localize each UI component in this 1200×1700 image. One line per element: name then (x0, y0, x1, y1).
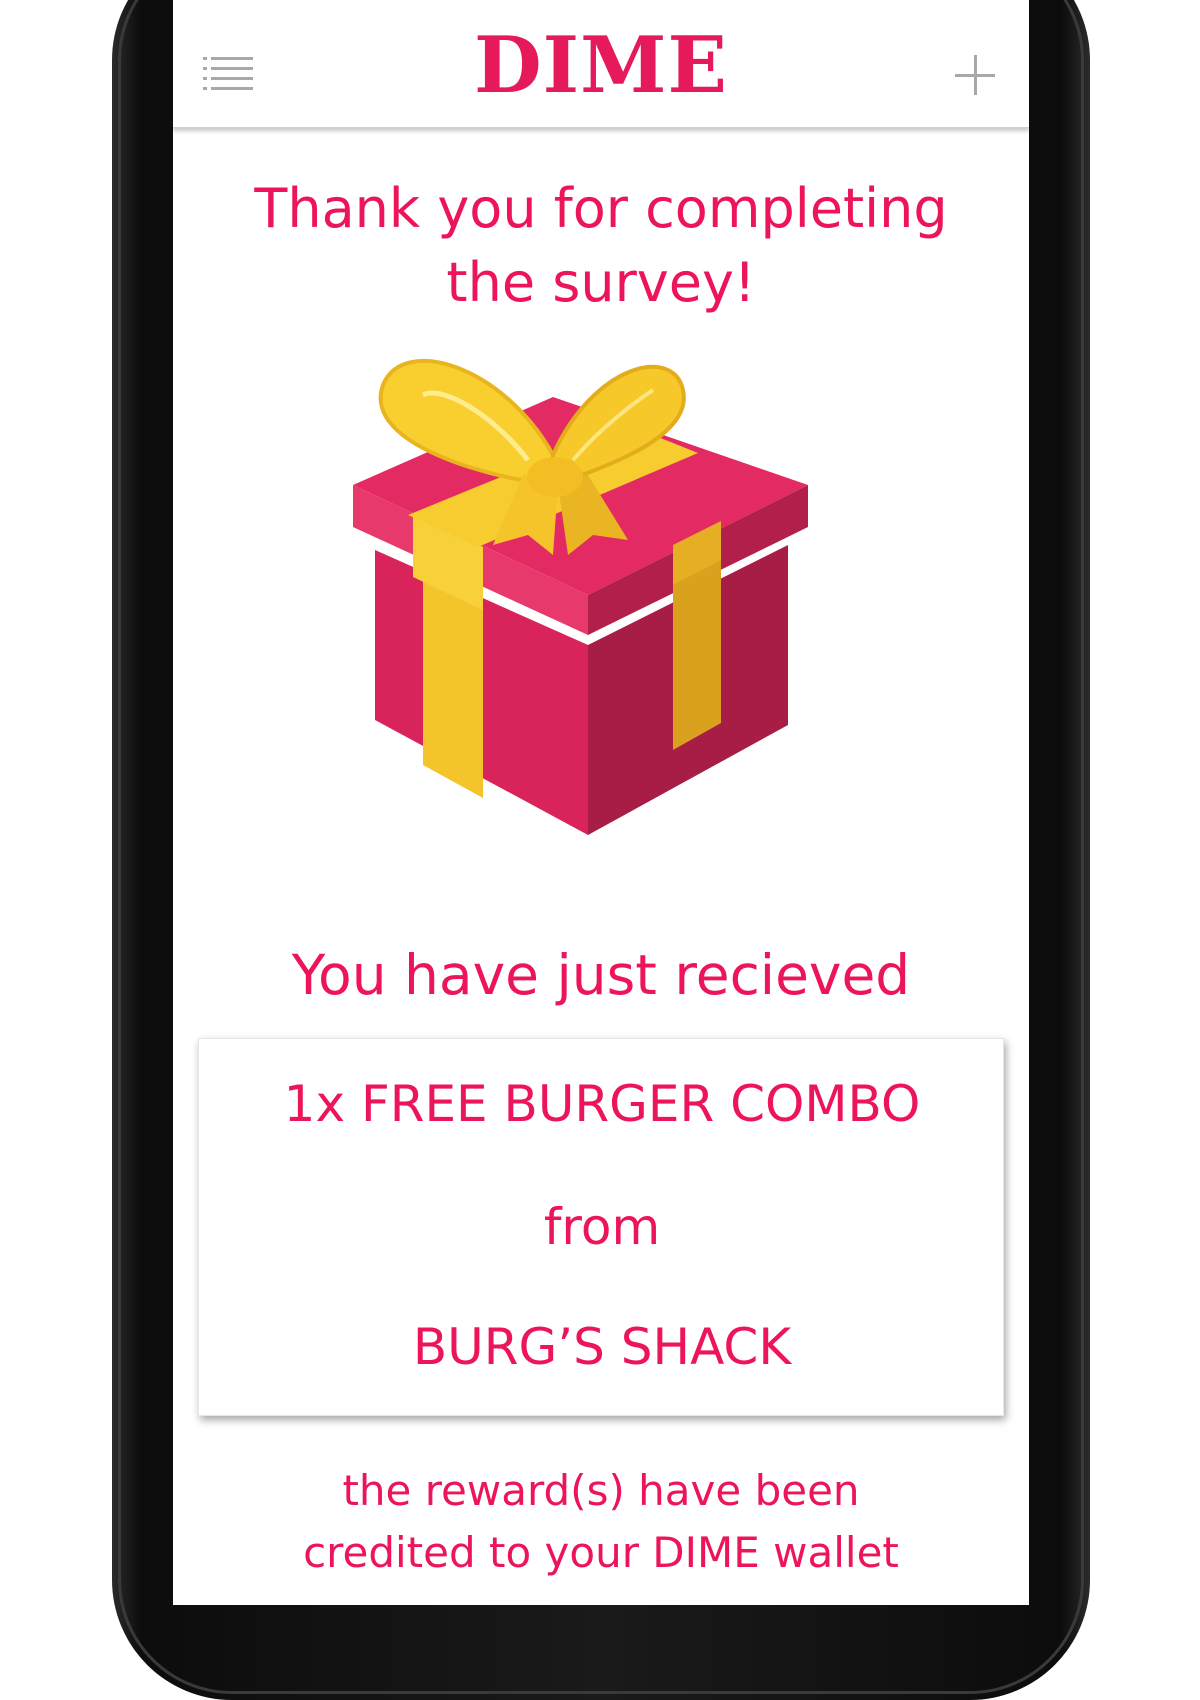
plus-icon[interactable] (955, 55, 995, 95)
reward-merchant: BURG’S SHACK (412, 1318, 792, 1376)
app-header: DIME (173, 0, 1029, 128)
thank-you-line-2: the survey! (446, 251, 756, 314)
wallet-credit-note: the reward(s) have been credited to your… (193, 1460, 1009, 1584)
received-label: You have just recieved (291, 943, 911, 1007)
reward-card: 1x FREE BURGER COMBO from BURG’S SHACK (198, 1038, 1004, 1416)
wallet-note-line-1: the reward(s) have been (342, 1466, 860, 1515)
brand-logo: DIME (474, 20, 728, 111)
thank-you-line-1: Thank you for completing (254, 177, 948, 240)
thank-you-heading: Thank you for completing the survey! (193, 172, 1009, 320)
gift-box-icon (353, 359, 808, 835)
phone-screen: DIME Thank you for completing the survey… (173, 0, 1029, 1605)
reward-from-label: from (543, 1198, 661, 1256)
wallet-note-line-2: credited to your DIME wallet (303, 1528, 899, 1577)
reward-item: 1x FREE BURGER COMBO (283, 1075, 921, 1133)
